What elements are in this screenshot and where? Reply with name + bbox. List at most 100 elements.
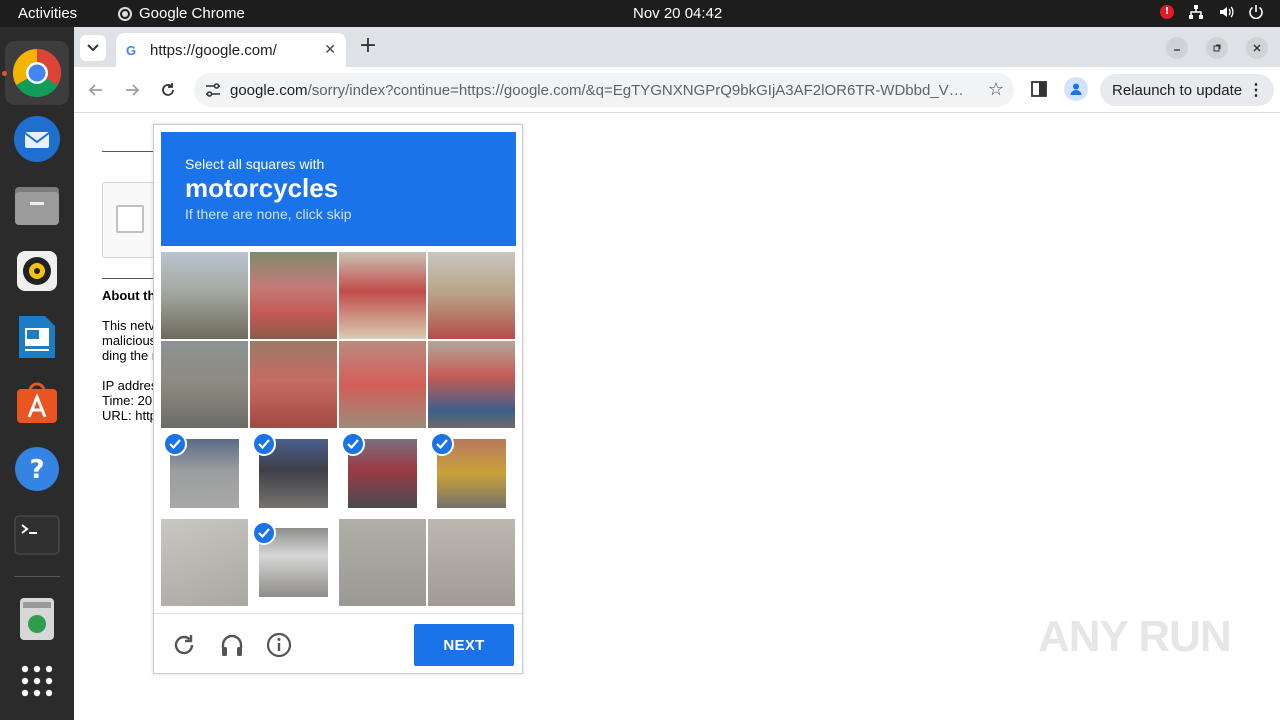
tile-image bbox=[161, 519, 248, 606]
app-center-icon bbox=[17, 382, 57, 423]
activities-button[interactable]: Activities bbox=[18, 5, 77, 22]
site-info-icon[interactable] bbox=[204, 82, 222, 98]
minimize-icon bbox=[1174, 49, 1180, 51]
text-line: malicious bbox=[102, 333, 157, 348]
captcha-tile[interactable] bbox=[428, 519, 515, 606]
tab-strip: G https://google.com/ ✕ + bbox=[74, 27, 1280, 67]
forward-button[interactable] bbox=[120, 78, 144, 102]
dock-show-apps[interactable] bbox=[5, 649, 69, 713]
minimize-button[interactable] bbox=[1166, 37, 1188, 59]
captcha-tile[interactable] bbox=[250, 430, 337, 517]
captcha-tile[interactable] bbox=[339, 519, 426, 606]
new-tab-button[interactable]: + bbox=[356, 35, 380, 59]
challenge-hint: If there are none, click skip bbox=[185, 206, 352, 222]
next-button[interactable]: NEXT bbox=[414, 624, 514, 666]
challenge-target: motorcycles bbox=[185, 173, 339, 203]
request-info: IP addres Time: 20 URL: http bbox=[102, 378, 157, 423]
tile-image bbox=[428, 519, 515, 606]
restore-button[interactable] bbox=[1206, 37, 1228, 59]
challenge-prompt: Select all squares with bbox=[185, 156, 325, 172]
challenge-footer: NEXT bbox=[154, 613, 522, 673]
tile-image bbox=[428, 252, 515, 339]
captcha-tile[interactable] bbox=[428, 430, 515, 517]
text-line: ding the r bbox=[102, 348, 157, 363]
close-tab-icon[interactable]: ✕ bbox=[324, 42, 336, 58]
dock-files[interactable] bbox=[5, 173, 69, 237]
dock-rhythmbox[interactable] bbox=[5, 239, 69, 303]
google-favicon-icon: G bbox=[126, 42, 137, 58]
time-line: Time: 20 bbox=[102, 393, 153, 408]
captcha-tile[interactable] bbox=[339, 341, 426, 428]
dock-writer[interactable] bbox=[5, 305, 69, 369]
captcha-tile[interactable] bbox=[161, 430, 248, 517]
terminal-icon bbox=[14, 515, 60, 555]
url-path: /sorry/index?continue=https://google.com… bbox=[307, 81, 965, 99]
recaptcha-checkbox[interactable] bbox=[116, 205, 144, 233]
tile-image bbox=[428, 341, 515, 428]
back-button[interactable] bbox=[84, 78, 108, 102]
captcha-tile[interactable] bbox=[339, 252, 426, 339]
show-apps-icon bbox=[21, 665, 53, 697]
dock-help[interactable]: ? bbox=[5, 437, 69, 501]
reload-icon bbox=[162, 83, 174, 96]
close-window-button[interactable] bbox=[1246, 37, 1268, 59]
captcha-tile[interactable] bbox=[161, 252, 248, 339]
power-icon bbox=[1249, 5, 1263, 20]
url-line: URL: http bbox=[102, 408, 157, 423]
tile-image bbox=[161, 252, 248, 339]
tab-google[interactable]: G https://google.com/ ✕ bbox=[116, 33, 346, 67]
system-tray[interactable]: ! bbox=[1160, 4, 1264, 20]
restore-icon bbox=[1213, 44, 1221, 52]
captcha-tile[interactable] bbox=[339, 430, 426, 517]
dock: ? bbox=[0, 27, 74, 720]
info-icon[interactable] bbox=[266, 632, 292, 658]
recaptcha-challenge: Select all squares with motorcycles If t… bbox=[153, 124, 523, 674]
system-top-bar: Activities Google Chrome Nov 20 04:42 ! bbox=[0, 0, 1280, 27]
selected-check-icon bbox=[252, 521, 276, 545]
chrome-mini-icon bbox=[118, 6, 132, 21]
challenge-header: Select all squares with motorcycles If t… bbox=[161, 132, 516, 246]
text-line: This netv bbox=[102, 318, 155, 333]
profile-button[interactable] bbox=[1064, 77, 1088, 101]
captcha-tile[interactable] bbox=[250, 341, 337, 428]
tile-image bbox=[250, 252, 337, 339]
more-menu-icon[interactable]: ⋮ bbox=[1248, 80, 1264, 100]
tab-search-button[interactable] bbox=[80, 35, 106, 61]
selected-check-icon bbox=[341, 432, 365, 456]
tile-image bbox=[339, 341, 426, 428]
captcha-tile[interactable] bbox=[161, 341, 248, 428]
tab-title: https://google.com/ bbox=[150, 41, 277, 59]
clock[interactable]: Nov 20 04:42 bbox=[633, 5, 722, 22]
ip-address-line: IP addres bbox=[102, 378, 158, 393]
dock-thunderbird[interactable] bbox=[5, 107, 69, 171]
url-text: google.com/sorry/index?continue=https://… bbox=[230, 82, 965, 99]
app-name-label: Google Chrome bbox=[139, 5, 245, 22]
network-icon bbox=[1189, 5, 1203, 19]
bookmark-star-icon[interactable]: ☆ bbox=[988, 79, 1004, 100]
anyrun-watermark: ANY RUN bbox=[1038, 612, 1232, 661]
app-menu[interactable]: Google Chrome bbox=[118, 5, 245, 22]
dock-app-center[interactable] bbox=[5, 371, 69, 435]
reload-button[interactable] bbox=[156, 78, 180, 102]
audio-challenge-icon[interactable] bbox=[219, 632, 245, 658]
captcha-tile[interactable] bbox=[250, 252, 337, 339]
captcha-tile[interactable] bbox=[428, 252, 515, 339]
close-icon bbox=[1253, 44, 1261, 52]
url-host: google.com bbox=[230, 81, 308, 99]
chrome-icon bbox=[12, 48, 62, 98]
dock-chrome[interactable] bbox=[5, 41, 69, 105]
dock-terminal[interactable] bbox=[5, 503, 69, 567]
dock-separator bbox=[14, 576, 60, 577]
reload-challenge-icon[interactable] bbox=[171, 632, 197, 658]
relaunch-label: Relaunch to update bbox=[1112, 81, 1243, 99]
avatar-icon bbox=[1070, 83, 1082, 95]
address-bar[interactable]: google.com/sorry/index?continue=https://… bbox=[194, 73, 1014, 107]
captcha-tile[interactable] bbox=[161, 519, 248, 606]
dock-trash[interactable] bbox=[5, 587, 69, 651]
relaunch-to-update-button[interactable]: Relaunch to update ⋮ bbox=[1100, 74, 1274, 106]
running-indicator bbox=[2, 71, 7, 76]
captcha-tile[interactable] bbox=[250, 519, 337, 606]
side-panel-icon[interactable] bbox=[1029, 79, 1049, 99]
captcha-tile[interactable] bbox=[428, 341, 515, 428]
alert-icon[interactable]: ! bbox=[1160, 5, 1174, 19]
